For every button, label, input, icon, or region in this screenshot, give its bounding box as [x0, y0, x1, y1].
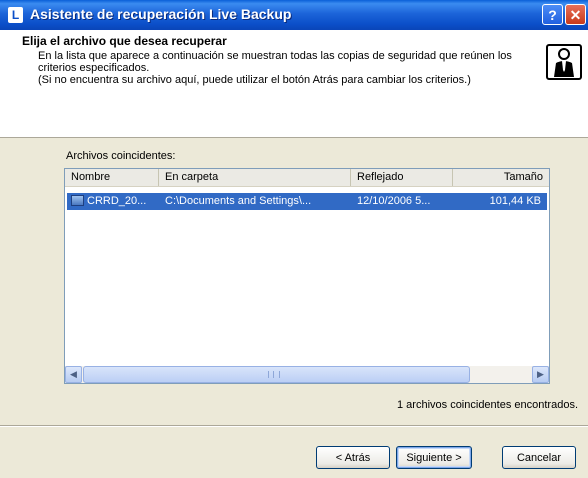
- matches-status-text: 1 archivos coincidentes encontrados.: [397, 399, 578, 411]
- table-row[interactable]: CRRD_20... C:\Documents and Settings\...…: [67, 193, 547, 210]
- scroll-right-icon[interactable]: ▶: [532, 366, 549, 383]
- column-header-name[interactable]: Nombre: [65, 169, 159, 186]
- column-header-folder[interactable]: En carpeta: [159, 169, 351, 186]
- scrollbar-grip-icon: [268, 371, 280, 378]
- step-description: En la lista que aparece a continuación s…: [38, 50, 538, 86]
- step-title: Elija el archivo que desea recuperar: [22, 34, 227, 48]
- back-button[interactable]: < Atrás: [316, 446, 390, 469]
- wizard-window: L Asistente de recuperación Live Backup …: [0, 0, 588, 478]
- cell-size: 101,44 KB: [489, 195, 541, 207]
- help-button[interactable]: ?: [542, 4, 563, 25]
- backup-file-icon: [71, 195, 84, 206]
- title-bar[interactable]: L Asistente de recuperación Live Backup …: [0, 0, 588, 30]
- window-title: Asistente de recuperación Live Backup: [30, 6, 292, 22]
- description-line-2: (Si no encuentra su archivo aquí, puede …: [38, 74, 471, 86]
- matching-files-list[interactable]: Nombre En carpeta Reflejado Tamaño CRRD_…: [64, 168, 550, 384]
- cancel-button[interactable]: Cancelar: [502, 446, 576, 469]
- cell-name: CRRD_20...: [87, 195, 147, 207]
- horizontal-scrollbar[interactable]: ◀ ▶: [65, 366, 549, 383]
- scroll-left-icon[interactable]: ◀: [65, 366, 82, 383]
- person-tie-icon: [546, 44, 582, 80]
- column-header-size[interactable]: Tamaño: [453, 169, 549, 186]
- description-line-1: En la lista que aparece a continuación s…: [38, 50, 512, 74]
- wizard-header: Elija el archivo que desea recuperar En …: [0, 30, 588, 138]
- list-header: Nombre En carpeta Reflejado Tamaño: [65, 169, 549, 187]
- matching-files-label: Archivos coincidentes:: [66, 150, 176, 162]
- footer-divider: [0, 425, 588, 427]
- next-button[interactable]: Siguiente >: [396, 446, 472, 469]
- close-button[interactable]: ✕: [565, 4, 586, 25]
- cell-reflected: 12/10/2006 5...: [357, 195, 431, 207]
- cell-folder: C:\Documents and Settings\...: [165, 195, 312, 207]
- scrollbar-thumb[interactable]: [83, 366, 470, 383]
- app-icon: L: [8, 7, 23, 23]
- column-header-reflected[interactable]: Reflejado: [351, 169, 453, 186]
